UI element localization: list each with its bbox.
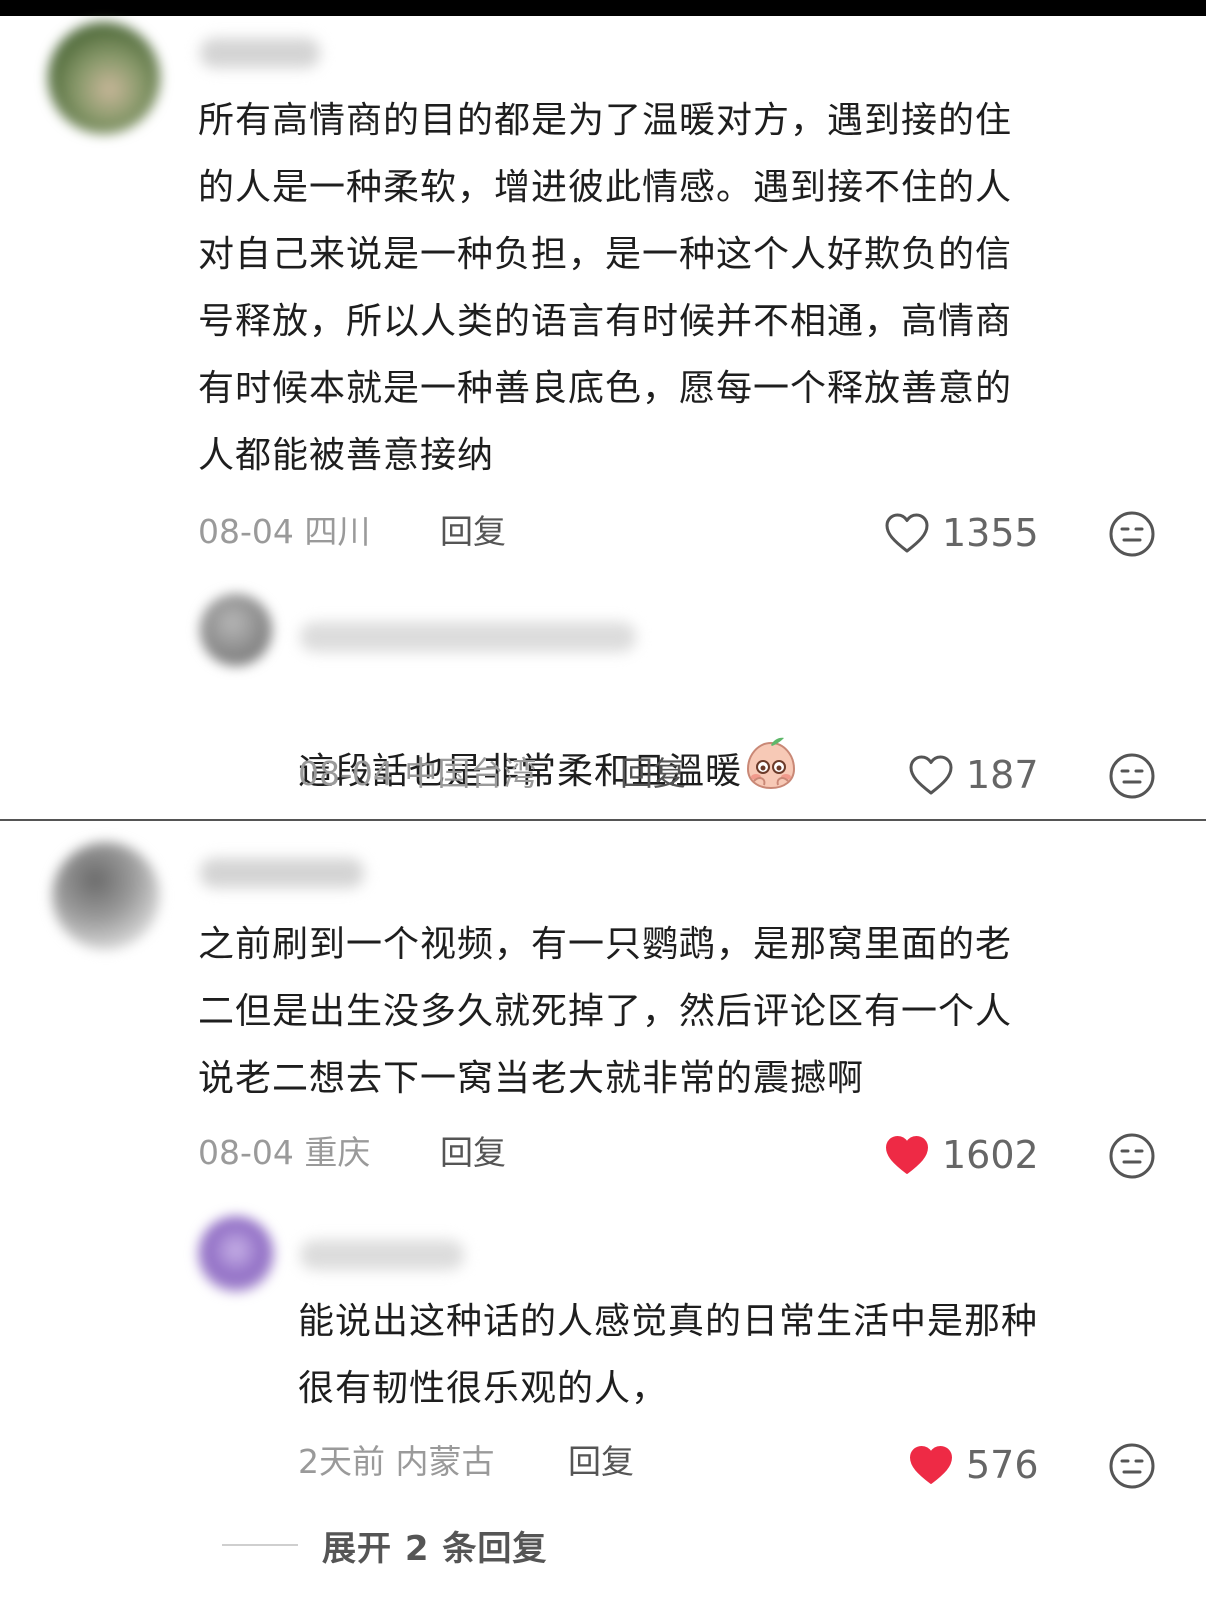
expand-replies-label: 展开 2 条回复 [322, 1528, 548, 1569]
dislike-icon[interactable] [1108, 1132, 1156, 1180]
comment-location: 重庆 [304, 1133, 371, 1172]
comment-meta: 08-04 四川 [198, 510, 370, 554]
dislike-icon[interactable] [1108, 510, 1156, 558]
username-blurred[interactable] [200, 858, 364, 888]
avatar[interactable] [52, 842, 160, 950]
expand-replies-button[interactable]: 展开 2 条回复 [222, 1521, 547, 1569]
reply-button[interactable]: 回复 [440, 510, 506, 554]
comment-date: 08-04 [198, 512, 294, 551]
reply-button[interactable]: 回复 [568, 1440, 634, 1484]
reply-button[interactable]: 回复 [620, 752, 686, 796]
reply-date: 2天前 [298, 1442, 385, 1481]
heart-outline-icon [909, 755, 953, 795]
username-blurred[interactable] [200, 38, 320, 68]
dislike-icon[interactable] [1108, 1442, 1156, 1490]
comment-meta: 08-04 重庆 [198, 1131, 370, 1175]
reply-date: 08-04 [298, 754, 394, 793]
expand-divider-line [222, 1544, 298, 1546]
comment-text: 之前刷到一个视频，有一只鹦鹉，是那窝里面的老 二但是出生没多久就死掉了，然后评论… [198, 924, 1013, 1099]
like-button[interactable]: 576 [908, 1440, 1039, 1490]
section-divider [0, 819, 1206, 821]
like-button[interactable]: 187 [908, 750, 1039, 800]
comment-location: 四川 [304, 512, 371, 551]
username-blurred[interactable] [300, 1240, 464, 1270]
like-count: 187 [966, 753, 1039, 797]
reply-text: 能说出这种话的人感觉真的日常生活中是那种 很有韧性很乐观的人， [298, 1301, 1039, 1409]
comment-text: 所有高情商的目的都是为了温暖对方，遇到接的住 的人是一种柔软，增进彼此情感。遇到… [198, 100, 1013, 476]
reply-meta: 08-04 中国台湾 [298, 752, 536, 796]
avatar[interactable] [48, 22, 160, 134]
reply-location: 中国台湾 [404, 754, 537, 793]
like-button[interactable]: 1602 [884, 1130, 1039, 1180]
like-button[interactable]: 1355 [884, 508, 1039, 558]
heart-filled-icon [910, 1446, 952, 1484]
reply-location: 内蒙古 [395, 1442, 495, 1481]
reply-button[interactable]: 回复 [440, 1131, 506, 1175]
avatar[interactable] [198, 1216, 274, 1292]
heart-outline-icon [885, 513, 929, 553]
comment-date: 08-04 [198, 1133, 294, 1172]
avatar[interactable] [200, 594, 272, 666]
like-count: 1355 [942, 511, 1039, 555]
heart-filled-icon [886, 1136, 928, 1174]
dislike-icon[interactable] [1108, 752, 1156, 800]
like-count: 1602 [942, 1133, 1039, 1177]
peach-shy-emoji-icon [747, 737, 796, 790]
status-bar-edge [0, 0, 1206, 16]
username-blurred[interactable] [300, 622, 636, 652]
like-count: 576 [966, 1443, 1039, 1487]
reply-meta: 2天前 内蒙古 [298, 1440, 495, 1484]
